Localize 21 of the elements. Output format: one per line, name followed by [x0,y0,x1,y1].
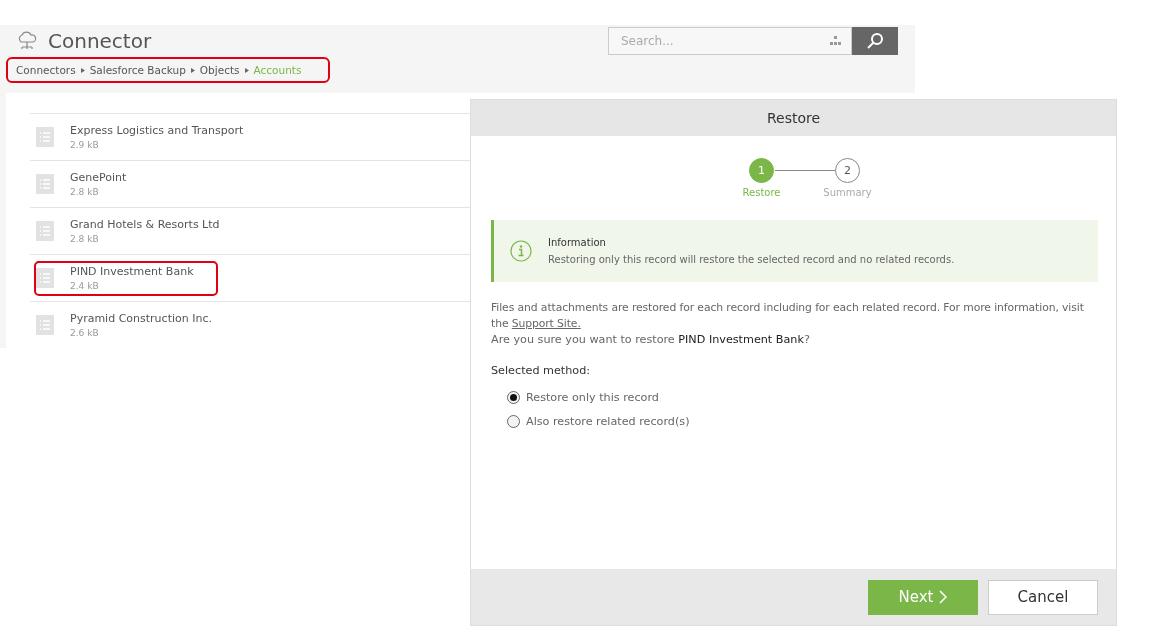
step-indicator: 1 [749,158,774,183]
record-name: Pyramid Construction Inc. [70,312,212,325]
info-text: Restoring only this record will restore the selected record and no related records. [548,254,955,265]
record-size: 2.9 kB [70,140,100,150]
record-size: 2.8 kB [70,187,100,197]
record-size: 2.6 kB [70,328,100,338]
step-indicator: 2 [835,158,860,183]
record-size: 2.8 kB [70,234,100,244]
record-name: PIND Investment Bank [70,265,194,278]
question-text: Are you sure you want to restore PIND Investment Bank? [491,332,811,348]
description-text: Files and attachments are restored for each record including for each related record. For more information, visit the Support Site. [491,300,1085,332]
step-label: Summary [823,187,872,198]
step-label: Restore [742,187,781,198]
record-size: 2.4 kB [70,281,100,291]
record-name: Grand Hotels & Resorts Ltd [70,218,220,231]
record-name: Express Logistics and Transport [70,124,244,137]
method-label: Selected method: [491,364,592,377]
record-name: GenePoint [70,171,127,184]
app-title: Connector [48,29,152,53]
info-title: Information [548,237,607,248]
dialog-title: Restore [766,110,821,126]
